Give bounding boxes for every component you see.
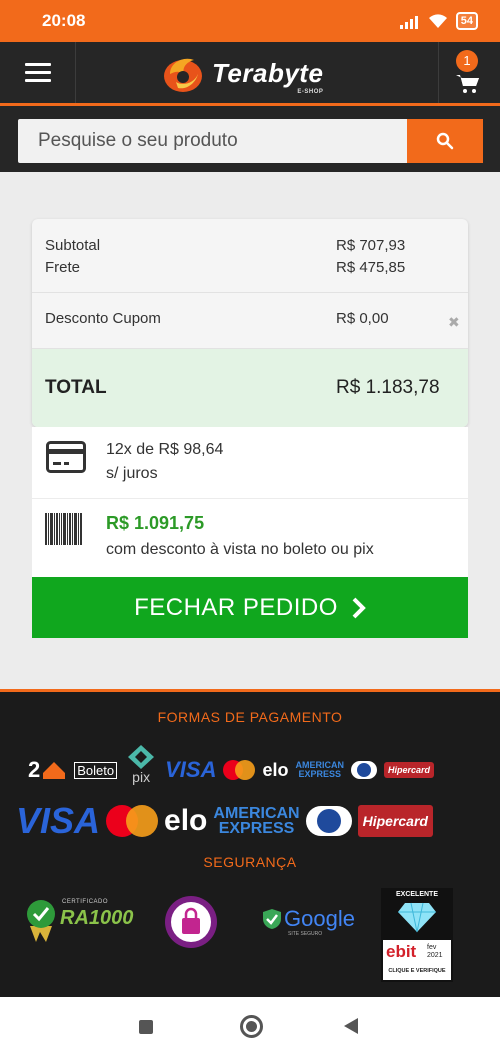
installments-text: 12x de R$ 98,64: [106, 441, 224, 458]
boleto-logo: Boleto: [74, 761, 118, 779]
back-icon[interactable]: [344, 1018, 358, 1034]
coupon-label: Desconto Cupom: [45, 310, 161, 327]
total-value: R$ 1.183,78: [336, 377, 440, 398]
shopping-bag-icon: [165, 896, 217, 948]
recent-apps-icon[interactable]: [139, 1020, 153, 1034]
hamburger-icon: [24, 63, 51, 66]
coupon-row: Desconto Cupom R$ 0,00 ✖: [32, 293, 468, 349]
hipercard-logo: Hipercard: [357, 805, 433, 837]
cash-note: com desconto à vista no boleto ou pix: [106, 541, 374, 558]
secure-shop-seal[interactable]: [163, 894, 219, 955]
search-bar: [0, 106, 500, 172]
android-nav-bar: [0, 997, 500, 1056]
home-icon[interactable]: [240, 1015, 263, 1038]
cart-count-badge: 1: [456, 50, 478, 72]
site-header: Terabyte E-SHOP 1: [0, 42, 500, 106]
chevron-right-icon: [352, 597, 366, 618]
brand-name: Terabyte E-SHOP: [212, 57, 324, 95]
installments-row: 12x de R$ 98,64 s/ juros: [32, 427, 468, 499]
mastercard-logo: [106, 805, 159, 837]
payment-methods-title: FORMAS DE PAGAMENTO: [157, 709, 343, 725]
shield-check-icon: [263, 909, 281, 929]
amex-logo-small: AMERICAN EXPRESS: [295, 760, 345, 779]
cart-button[interactable]: 1: [438, 42, 500, 103]
subtotal-value: R$ 707,93: [336, 237, 406, 254]
signal-icon: [399, 13, 420, 29]
payment-options: 12x de R$ 98,64 s/ juros R$ 1.091,75 com…: [32, 427, 468, 577]
payment-methods-row-large: VISA elo AMERICAN EXPRESS Hipercard: [16, 800, 433, 841]
payment-methods-row-small: 2 Boleto pix VISA elo AMERICAN EXPRESS Hi…: [28, 745, 435, 788]
ra1000-badge-icon: [27, 900, 55, 942]
coupon-value: R$ 0,00: [336, 310, 389, 327]
amex-logo: AMERICAN EXPRESS: [213, 804, 300, 837]
visa-logo: VISA: [16, 800, 101, 841]
barcode-icon: [45, 513, 85, 545]
cash-price: R$ 1.091,75: [106, 513, 205, 533]
cart-icon: [456, 75, 479, 93]
order-summary: Subtotal R$ 707,93 Frete R$ 475,85 Desco…: [32, 219, 468, 427]
diamond-icon: [398, 902, 436, 933]
ebit-badge: ebit fev 2021 CLIQUE E VERIFIQUE: [383, 940, 451, 980]
cash-price-row: R$ 1.091,75 com desconto à vista no bole…: [32, 499, 468, 577]
freight-value: R$ 475,85: [336, 259, 406, 276]
credit-card-icon: [46, 441, 86, 473]
mastercard-logo-small: [223, 760, 256, 780]
security-title: SEGURANÇA: [203, 854, 297, 870]
elo-logo-small: elo: [262, 759, 289, 780]
menu-button[interactable]: [0, 42, 76, 103]
total-label: TOTAL: [45, 377, 107, 398]
diners-logo: [305, 806, 352, 836]
ebit-seal[interactable]: EXCELENTE ebit fev 2021 CLIQUE E VERIFIQ…: [381, 888, 453, 982]
pix-logo: pix: [124, 743, 158, 784]
site-footer: FORMAS DE PAGAMENTO 2 Boleto pix VISA el…: [0, 689, 500, 997]
hipercard-logo-small: Hipercard: [384, 762, 435, 778]
search-button[interactable]: [407, 119, 483, 163]
checkout-label: FECHAR PEDIDO: [134, 593, 338, 621]
status-bar: 20:08 54: [0, 0, 500, 42]
two-cards-logo: 2: [28, 757, 67, 783]
elo-logo: elo: [164, 804, 208, 837]
installments-note: s/ juros: [106, 465, 158, 482]
search-input[interactable]: [18, 119, 407, 163]
freight-label: Frete: [45, 259, 81, 276]
battery-icon: 54: [455, 12, 478, 30]
status-icons: 54: [399, 12, 478, 30]
wifi-icon: [428, 14, 447, 28]
total-row: TOTAL R$ 1.183,78: [32, 349, 468, 427]
flame-logo-icon: [164, 58, 202, 92]
status-time: 20:08: [42, 11, 86, 30]
remove-coupon-icon[interactable]: ✖: [448, 314, 460, 331]
site-logo[interactable]: Terabyte E-SHOP: [160, 50, 350, 96]
subtotal-label: Subtotal: [45, 237, 101, 254]
diners-logo-small: [351, 761, 377, 779]
visa-logo-small: VISA: [165, 757, 217, 782]
checkout-button[interactable]: FECHAR PEDIDO: [32, 577, 468, 638]
search-icon: [436, 132, 454, 150]
subtotal-freight-row: Subtotal R$ 707,93 Frete R$ 475,85: [32, 219, 468, 293]
